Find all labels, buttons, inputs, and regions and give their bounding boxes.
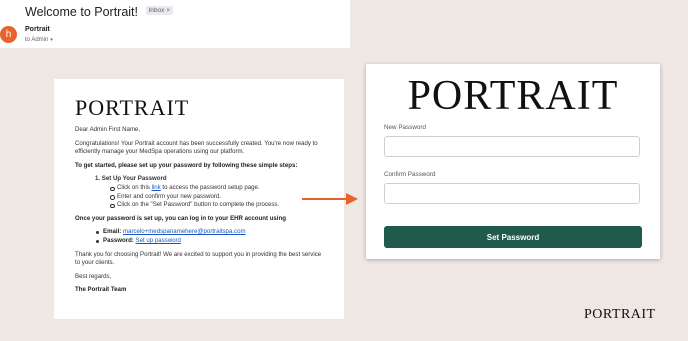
remove-label-icon[interactable]: × (166, 7, 170, 14)
step-item: Enter and confirm your new password. (110, 193, 325, 202)
set-password-button[interactable]: Set Password (384, 226, 642, 248)
step-list: Click on this link to access the passwor… (75, 184, 325, 210)
email-thanks: Thank you for choosing Portrait! We are … (75, 250, 322, 267)
step-item: Click on this link to access the passwor… (110, 183, 325, 193)
portrait-logo-email: PORTRAIT (75, 95, 190, 120)
email-subject: Welcome to Portrait! Inbox × (25, 5, 174, 19)
step-title: 1. Set Up Your Password (95, 175, 167, 183)
confirm-password-input[interactable] (384, 183, 640, 204)
email-field-label: Email: (103, 228, 122, 236)
email-greeting: Dear Admin First Name, (75, 126, 141, 133)
step-a-post: to access the password setup page. (162, 183, 260, 191)
new-password-input[interactable] (384, 136, 640, 157)
recipient-text: to Admin (25, 37, 49, 43)
email-intro: Congratulations! Your Portrait account h… (75, 139, 318, 156)
email-subject-text: Welcome to Portrait! (25, 5, 139, 19)
login-password-item: Password: Set up password (96, 236, 325, 246)
email-regards: Best regards, (75, 272, 112, 280)
new-password-label: New Password (384, 124, 426, 131)
setup-password-link[interactable]: Set up password (136, 237, 181, 244)
email-header: Welcome to Portrait! Inbox × h Portrait t… (0, 0, 350, 48)
portrait-logo: PORTRAIT (407, 73, 619, 119)
password-field-label: Password: (103, 236, 134, 244)
email-signature: The Portrait Team (75, 286, 127, 294)
email-address-link[interactable]: marcelo+medspanamehere@portraitspa.com (123, 228, 246, 235)
email-body-card: PORTRAIT Dear Admin First Name, Congratu… (54, 79, 344, 319)
setup-link[interactable]: link (152, 184, 161, 191)
login-heading: Once your password is set up, you can lo… (75, 214, 286, 222)
sender-name: Portrait (25, 26, 50, 33)
step-item: Click on the "Set Password" button to co… (110, 201, 325, 210)
email-get-started: To get started, please set up your passw… (75, 161, 298, 169)
step-a-pre: Click on this (117, 183, 150, 191)
portrait-footer-logo: PORTRAIT (584, 307, 656, 322)
inbox-label-badge[interactable]: Inbox × (145, 6, 174, 16)
inbox-label-text: Inbox (148, 7, 165, 15)
recipient-details[interactable]: to Admin ▾ (25, 37, 53, 43)
arrow-right-icon (302, 193, 358, 205)
login-email-item: Email: marcelo+medspanamehere@portraitsp… (96, 228, 325, 237)
login-list: Email: marcelo+medspanamehere@portraitsp… (75, 228, 325, 245)
password-setup-panel: PORTRAIT New Password Confirm Password S… (366, 64, 660, 259)
sender-avatar[interactable]: h (0, 26, 17, 43)
chevron-down-icon[interactable]: ▾ (50, 37, 53, 43)
confirm-password-label: Confirm Password (384, 171, 436, 178)
email-content: PORTRAIT Dear Admin First Name, Congratu… (75, 96, 325, 300)
